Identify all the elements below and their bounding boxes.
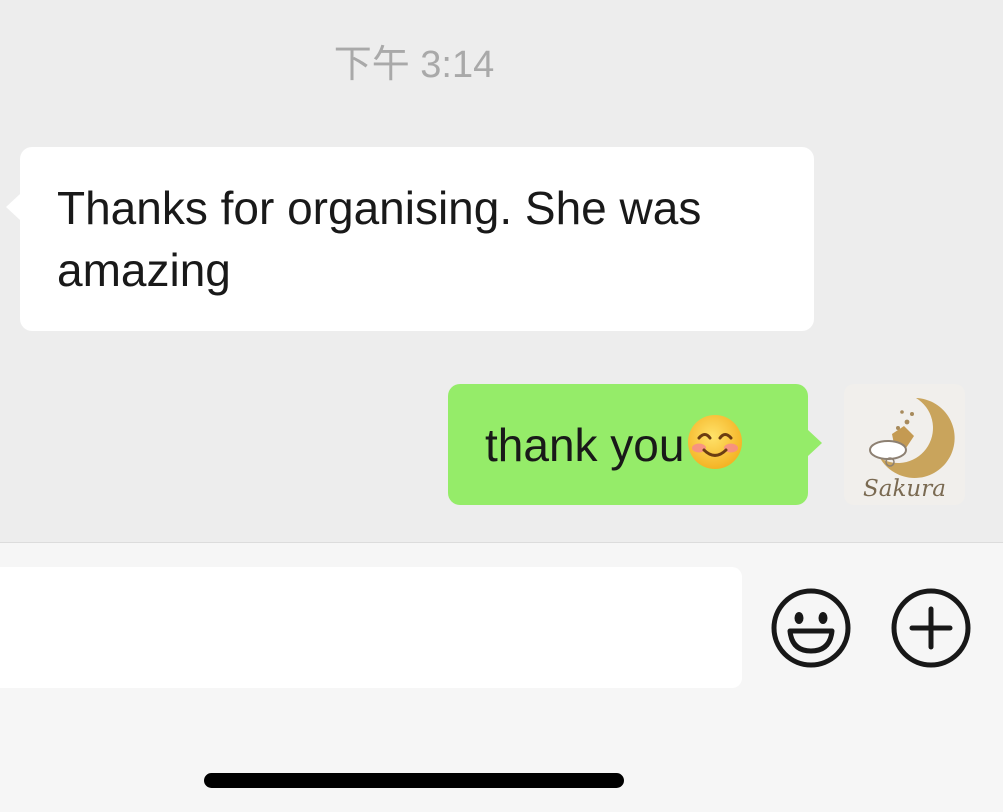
avatar-caption: Sakura bbox=[863, 476, 946, 502]
incoming-message-text: Thanks for organising. She was amazing bbox=[57, 182, 702, 296]
emoji-button[interactable] bbox=[770, 587, 852, 669]
plus-circle-icon bbox=[891, 588, 971, 668]
outgoing-message-bubble[interactable]: thank you bbox=[448, 384, 822, 505]
avatar[interactable]: Sakura bbox=[844, 384, 965, 505]
smiling-face-with-smiling-eyes-icon bbox=[688, 415, 743, 469]
incoming-message-bubble[interactable]: Thanks for organising. She was amazing bbox=[6, 147, 814, 331]
input-bar bbox=[0, 542, 1003, 812]
more-options-button[interactable] bbox=[890, 587, 972, 669]
chat-timestamp: 下午 3:14 bbox=[333, 44, 495, 86]
message-input[interactable] bbox=[0, 567, 742, 688]
home-indicator[interactable] bbox=[204, 773, 624, 788]
smiley-face-icon bbox=[771, 588, 851, 668]
outgoing-message-text: thank you bbox=[485, 419, 685, 471]
